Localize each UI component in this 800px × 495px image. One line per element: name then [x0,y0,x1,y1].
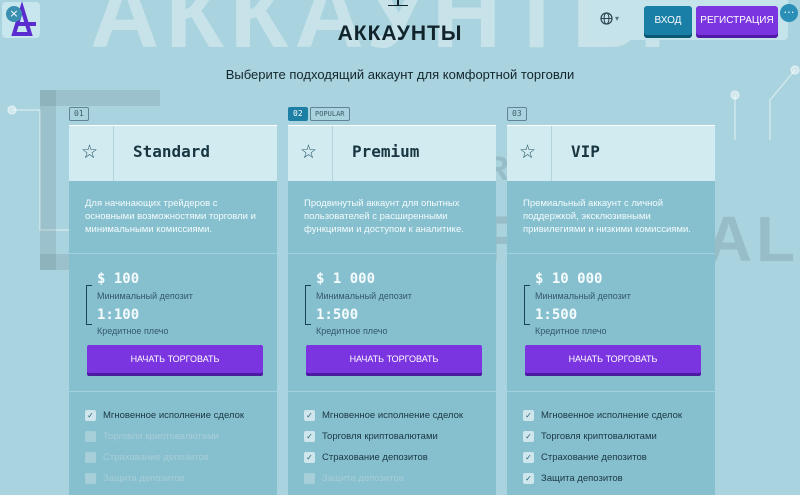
divider [507,253,715,254]
divider [288,253,496,254]
feature-label: Торговля криптовалютами [322,431,438,442]
header-divider [551,126,552,182]
min-deposit-value: $ 1 000 [316,271,376,287]
plan-name: Standard [133,142,211,161]
card-header: ☆ Premium [288,125,496,182]
feature-item: ✓ Торговля криптовалютами [85,430,244,451]
feature-label: Страхование депозитов [541,452,647,463]
feature-list: ✓ Мгновенное исполнение сделок ✓ Торговля … [523,409,682,493]
leverage-label: Кредитное плечо [97,326,169,336]
card-number: 03 [507,107,527,121]
start-trading-button[interactable]: НАЧАТЬ ТОРГОВАТЬ [525,345,701,373]
title-pin-decoration [388,5,408,6]
plan-description: Продвинутый аккаунт для опытных пользова… [304,198,464,235]
start-trading-button[interactable]: НАЧАТЬ ТОРГОВАТЬ [87,345,263,373]
feature-label: Торговля криптовалютами [541,431,657,442]
card-header: ☆ VIP [507,125,715,182]
header-divider [113,126,114,182]
feature-item: ✓ Защита депозитов [523,472,682,493]
leverage-value: 1:100 [97,307,140,323]
divider [69,253,277,254]
divider [507,391,715,392]
start-trading-button[interactable]: НАЧАТЬ ТОРГОВАТЬ [306,345,482,373]
min-deposit-label: Минимальный депозит [97,291,193,301]
leverage-value: 1:500 [316,307,359,323]
feature-list: ✓ Мгновенное исполнение сделок ✓ Торговля … [85,409,244,493]
star-icon[interactable]: ☆ [519,140,536,164]
plan-description: Для начинающих трейдеров с основными воз… [85,198,256,235]
globe-icon[interactable] [600,12,613,29]
divider [288,391,496,392]
card-number: 02 [288,107,308,121]
feature-item: ✓ Торговля криптовалютами [523,430,682,451]
feature-label: Защита депозитов [541,473,623,484]
feature-item: ✓ Торговля криптовалютами [304,430,463,451]
check-icon: ✓ [523,410,534,421]
min-deposit-label: Минимальный депозит [316,291,412,301]
star-icon[interactable]: ☆ [81,140,98,164]
check-icon: ✓ [304,452,315,463]
account-card-vip: 03 ☆ VIP Премиальный аккаунт с личной по… [507,107,715,495]
card-number: 01 [69,107,89,121]
feature-label: Мгновенное исполнение сделок [322,410,464,421]
check-icon: ✓ [85,473,96,484]
feature-label: Защита депозитов [322,473,404,484]
star-icon[interactable]: ☆ [300,140,317,164]
min-deposit-value: $ 10 000 [535,271,603,287]
feature-item: ✓ Мгновенное исполнение сделок [523,409,682,430]
close-icon[interactable]: × [6,6,22,22]
divider [69,391,277,392]
leverage-label: Кредитное плечо [316,326,388,336]
plan-description: Премиальный аккаунт с личной поддержкой,… [523,198,691,235]
account-card-premium: 02 POPULAR ☆ Premium Продвинутый аккаунт… [288,107,496,495]
feature-label: Мгновенное исполнение сделок [103,410,245,421]
more-options-icon[interactable]: … [780,4,798,22]
feature-item: ✓ Мгновенное исполнение сделок [304,409,463,430]
top-bar: × АККАУНТЫ ▾ ВХОД РЕГИСТРАЦИЯ … [0,0,800,45]
leverage-value: 1:500 [535,307,578,323]
check-icon: ✓ [85,410,96,421]
bracket-decoration [86,285,92,325]
feature-label: Мгновенное исполнение сделок [541,410,683,421]
leverage-label: Кредитное плечо [535,326,607,336]
page-subtitle: Выберите подходящий аккаунт для комфортн… [225,67,575,82]
check-icon: ✓ [85,452,96,463]
plan-name: Premium [352,142,420,161]
login-button[interactable]: ВХОД [644,6,692,35]
account-card-standard: 01 ☆ Standard Для начинающих трейдеров с… [69,107,277,495]
card-body: Продвинутый аккаунт для опытных пользова… [288,181,496,495]
bracket-decoration [305,285,311,325]
card-body: Премиальный аккаунт с личной поддержкой,… [507,181,715,495]
check-icon: ✓ [523,431,534,442]
feature-item: ✓ Страхование депозитов [523,451,682,472]
feature-item: ✓ Мгновенное исполнение сделок [85,409,244,430]
check-icon: ✓ [304,431,315,442]
check-icon: ✓ [85,431,96,442]
check-icon: ✓ [523,452,534,463]
header-divider [332,126,333,182]
feature-item: ✓ Защита депозитов [85,472,244,493]
card-body: Для начинающих трейдеров с основными воз… [69,181,277,495]
bracket-decoration [524,285,530,325]
check-icon: ✓ [304,473,315,484]
check-icon: ✓ [523,473,534,484]
feature-label: Страхование депозитов [103,452,209,463]
popular-badge: POPULAR [310,107,350,121]
feature-label: Защита депозитов [103,473,185,484]
feature-item: ✓ Страхование депозитов [85,451,244,472]
feature-label: Торговля криптовалютами [103,431,219,442]
check-icon: ✓ [304,410,315,421]
chevron-down-icon[interactable]: ▾ [615,14,619,23]
min-deposit-label: Минимальный депозит [535,291,631,301]
feature-label: Страхование депозитов [322,452,428,463]
feature-item: ✓ Страхование депозитов [304,451,463,472]
plan-name: VIP [571,142,600,161]
min-deposit-value: $ 100 [97,271,140,287]
register-button[interactable]: РЕГИСТРАЦИЯ [696,6,778,35]
feature-list: ✓ Мгновенное исполнение сделок ✓ Торговля … [304,409,463,493]
card-header: ☆ Standard [69,125,277,182]
feature-item: ✓ Защита депозитов [304,472,463,493]
